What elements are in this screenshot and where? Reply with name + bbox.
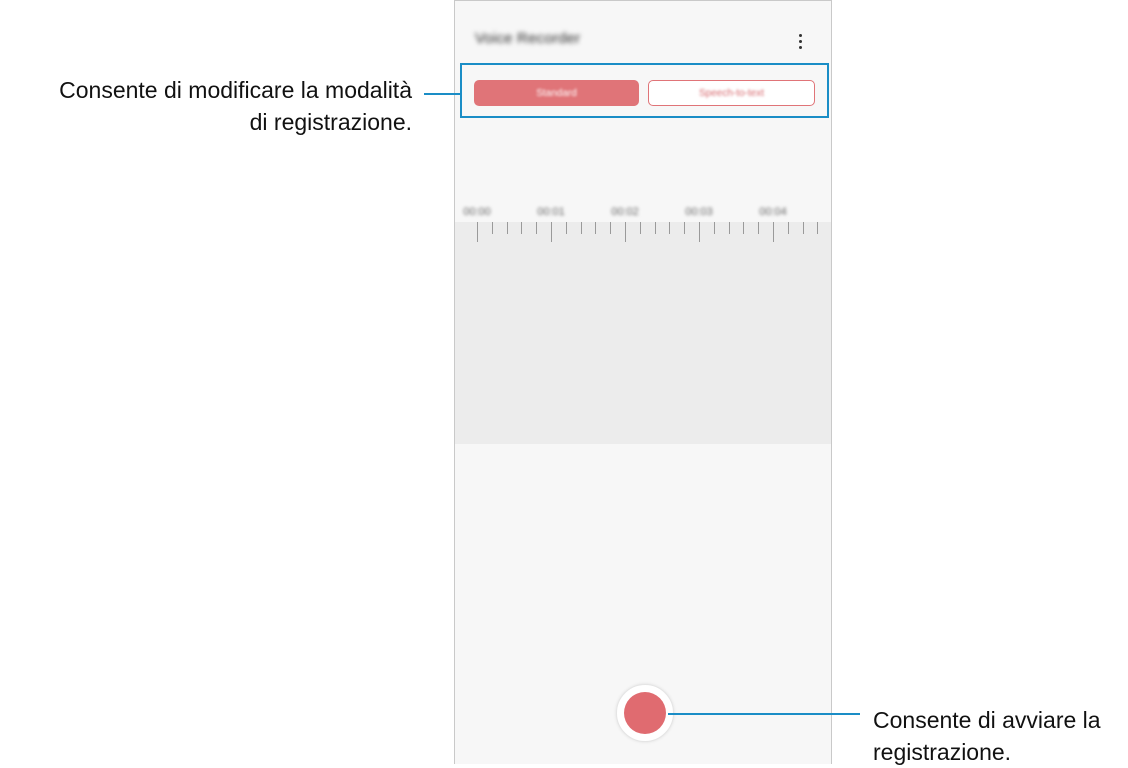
waveform-area <box>455 222 831 444</box>
ruler-tick <box>669 222 671 234</box>
phone-top-edge <box>455 0 831 15</box>
record-callout-line2: registrazione. <box>873 739 1012 765</box>
ruler-tick <box>713 222 715 234</box>
mode-callout-line1: Consente di modificare la modalità <box>59 77 412 103</box>
ruler-tick <box>551 222 552 242</box>
timeline-label: 00:03 <box>685 206 713 218</box>
ruler-tick <box>506 222 508 234</box>
ruler-tick <box>743 222 745 234</box>
standard-mode-button[interactable]: Standard <box>474 80 639 106</box>
ruler-tick <box>610 222 612 234</box>
record-callout-line1: Consente di avviare la <box>873 707 1101 733</box>
mode-callout-line <box>424 93 460 95</box>
ruler-tick <box>728 222 730 234</box>
ruler-tick <box>773 222 774 242</box>
timeline-label: 00:04 <box>759 206 787 218</box>
app-title: Voice Recorder <box>475 30 581 47</box>
ruler-tick <box>802 222 804 234</box>
ruler-tick <box>521 222 523 234</box>
ruler-tick <box>787 222 789 234</box>
standard-mode-label: Standard <box>536 87 577 99</box>
mode-selector-highlight: Standard Speech-to-text <box>460 63 829 118</box>
ruler-tick <box>477 222 478 242</box>
ruler-tick <box>699 222 700 242</box>
record-icon <box>624 692 666 734</box>
record-callout-line <box>668 713 860 715</box>
ruler-tick <box>595 222 597 234</box>
ruler-tick <box>758 222 760 234</box>
ruler-tick <box>491 222 493 234</box>
ruler-tick <box>536 222 538 234</box>
timeline-label: 00:01 <box>537 206 565 218</box>
timeline-label: 00:00 <box>463 206 491 218</box>
mode-callout-text: Consente di modificare la modalità di re… <box>0 74 412 138</box>
phone-screen: Voice Recorder Standard Speech-to-text 0… <box>454 0 832 764</box>
more-options-icon[interactable] <box>789 30 811 52</box>
ruler-tick <box>565 222 567 234</box>
timeline-label: 00:02 <box>611 206 639 218</box>
record-callout-text: Consente di avviare la registrazione. <box>873 704 1128 768</box>
ruler-tick <box>654 222 656 234</box>
ruler-tick <box>684 222 686 234</box>
timeline-labels: 00:00 00:01 00:02 00:03 00:04 <box>455 206 831 220</box>
mode-callout-line2: di registrazione. <box>249 109 412 135</box>
speech-to-text-mode-label: Speech-to-text <box>698 87 765 99</box>
ruler-tick <box>625 222 626 242</box>
speech-to-text-mode-button[interactable]: Speech-to-text <box>648 80 815 106</box>
ruler-tick <box>817 222 819 234</box>
ruler-tick <box>580 222 582 234</box>
record-button[interactable] <box>616 684 674 742</box>
ruler-tick <box>639 222 641 234</box>
